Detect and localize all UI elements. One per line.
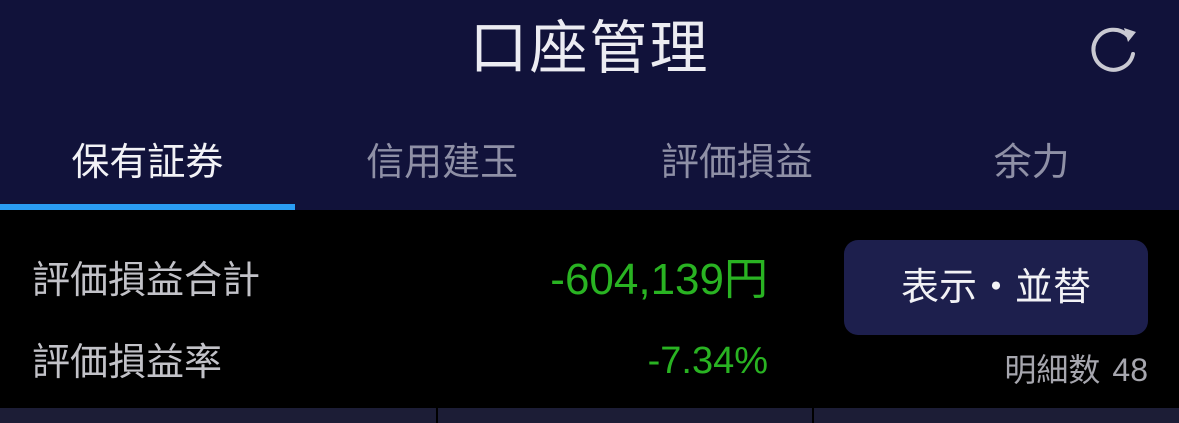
column-divider <box>436 408 438 423</box>
list-header-strip <box>0 408 1179 423</box>
tab-holdings[interactable]: 保有証券 <box>0 118 295 210</box>
summary-panel: 評価損益合計 -604,139円 評価損益率 -7.34% 表示・並替 明細数 4… <box>0 210 1179 408</box>
tab-margin-positions[interactable]: 信用建玉 <box>295 118 590 210</box>
app-header: 口座管理 保有証券 信用建玉 評価損益 余力 <box>0 0 1179 210</box>
column-divider <box>812 408 814 423</box>
pl-rate-value: -7.34% <box>647 340 768 382</box>
display-sort-button[interactable]: 表示・並替 <box>844 240 1148 335</box>
detail-count: 明細数 48 <box>1004 350 1148 390</box>
detail-count-value: 48 <box>1112 352 1148 388</box>
pl-rate-label: 評価損益率 <box>32 340 223 384</box>
total-pl-value: -604,139円 <box>550 255 768 304</box>
refresh-icon[interactable] <box>1084 20 1144 80</box>
tab-bar: 保有証券 信用建玉 評価損益 余力 <box>0 118 1179 210</box>
tab-buying-power[interactable]: 余力 <box>884 118 1179 210</box>
page-title: 口座管理 <box>469 14 710 82</box>
tab-profit-loss[interactable]: 評価損益 <box>590 118 885 210</box>
detail-count-label: 明細数 <box>1004 351 1101 389</box>
total-pl-label: 評価損益合計 <box>32 258 261 302</box>
